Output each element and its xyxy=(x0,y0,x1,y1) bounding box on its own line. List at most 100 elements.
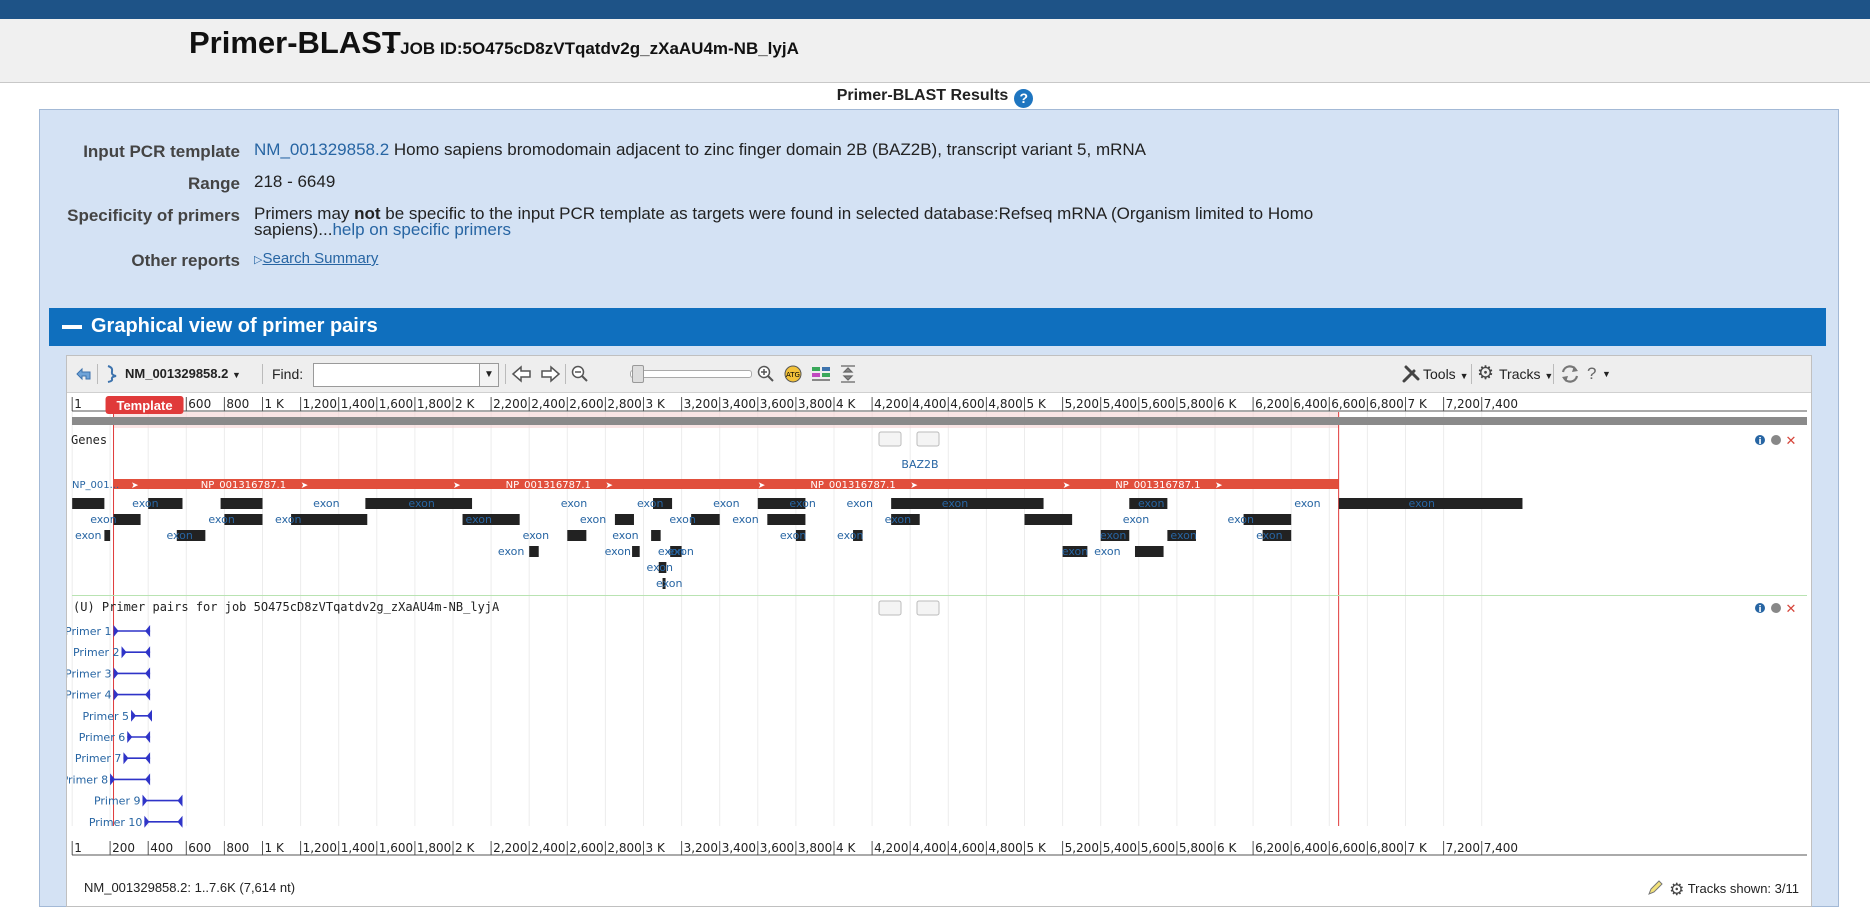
bottom-ruler-tick-label: 1,200 xyxy=(303,841,337,855)
primer-forward-end xyxy=(142,794,148,807)
exon-block xyxy=(651,530,661,541)
template-accession-link[interactable]: NM_001329858.2 xyxy=(254,140,389,159)
track-nav-button xyxy=(878,600,902,616)
sequence-viewer: NM_001329858.2 ▼ Find: ▼ ATG Tools ▼ ⚙ T… xyxy=(66,355,1812,907)
search-summary-link[interactable]: Search Summary xyxy=(262,250,378,267)
primer-reverse-end xyxy=(145,625,151,637)
primer-reverse-end xyxy=(177,815,183,828)
gene-name-label: BAZ2B xyxy=(901,458,938,471)
primer-forward-end xyxy=(110,773,116,786)
top-ruler-tick-label: 3,200 xyxy=(684,397,718,411)
top-ruler-tick-label: 1 K xyxy=(265,397,285,411)
bottom-ruler-tick-label: 1 xyxy=(74,841,82,855)
primer-track-close-icon: ✕ xyxy=(1786,602,1797,617)
exon-label: exon xyxy=(466,513,492,526)
track-nav-button xyxy=(916,600,940,616)
template-description: Homo sapiens bromodomain adjacent to zin… xyxy=(389,140,1147,159)
top-ruler-tick-label: 3,800 xyxy=(798,397,832,411)
help-icon[interactable]: ? xyxy=(1014,89,1034,108)
status-sequence-range: NM_001329858.2: 1..7.6K (7,614 nt) xyxy=(84,880,296,895)
primer-forward-end xyxy=(121,646,127,659)
exon-label: exon xyxy=(780,529,806,542)
exon-label: exon xyxy=(90,513,116,526)
exon-label: exon xyxy=(1256,529,1282,542)
sequence-bar xyxy=(72,417,1807,425)
primer-forward-end xyxy=(113,688,119,701)
strand-arrow-icon: ➤ xyxy=(131,481,139,491)
top-ruler-tick-label: 2,800 xyxy=(607,397,641,411)
collapse-icon[interactable] xyxy=(62,325,82,329)
bottom-ruler-tick-label: 5,400 xyxy=(1103,841,1137,855)
bottom-ruler-tick-label: 5 K xyxy=(1027,841,1047,855)
genes-track-info-glyph: i xyxy=(1758,437,1761,447)
strand-arrow-icon: ➤ xyxy=(758,481,766,491)
primer-track-info-glyph: i xyxy=(1758,605,1761,615)
strand-arrow-icon: ➤ xyxy=(301,481,309,491)
top-ruler-tick-label: 2 K xyxy=(455,397,475,411)
exon-label: exon xyxy=(713,497,739,510)
top-ruler-tick-label: 7,400 xyxy=(1484,397,1518,411)
track-nav-button xyxy=(878,431,902,447)
graphical-view-title: Graphical view of primer pairs xyxy=(91,315,378,337)
exon-block xyxy=(767,514,806,525)
graphical-view-header[interactable]: Graphical view of primer pairs xyxy=(49,308,1826,346)
exon-label: exon xyxy=(1062,545,1088,558)
gear-icon[interactable]: ⚙ xyxy=(1669,880,1684,899)
primer-track-divider xyxy=(72,595,1807,596)
protein-short-label: NP_001... xyxy=(72,480,119,491)
exon-block xyxy=(291,514,368,525)
exon-label: exon xyxy=(612,529,638,542)
bottom-ruler-tick-label: 6,600 xyxy=(1331,841,1365,855)
bottom-ruler-tick-label: 600 xyxy=(188,841,211,855)
exon-label: exon xyxy=(669,513,695,526)
exon-label: exon xyxy=(580,513,606,526)
results-panel: Input PCR template NM_001329858.2 Homo s… xyxy=(39,109,1839,907)
primer-forward-end xyxy=(113,625,119,637)
top-ruler-tick-label: 6 K xyxy=(1217,397,1237,411)
bottom-ruler-tick-label: 5,800 xyxy=(1179,841,1213,855)
exon-label: exon xyxy=(498,545,524,558)
bottom-ruler-tick-label: 2,400 xyxy=(531,841,565,855)
primer-reverse-end xyxy=(145,773,151,786)
specific-primers-help-link[interactable]: help on specific primers xyxy=(332,220,511,239)
bottom-ruler-tick-label: 400 xyxy=(150,841,173,855)
page-title: Primer-BLAST xyxy=(189,25,401,60)
top-ruler-tick-label: 1,800 xyxy=(417,397,451,411)
bottom-ruler-tick-label: 3,200 xyxy=(684,841,718,855)
status-tracks-shown: ⚙ Tracks shown: 3/11 xyxy=(1647,880,1799,900)
top-ruler-tick-label: 6,600 xyxy=(1331,397,1365,411)
exon-block xyxy=(1024,514,1073,525)
exon-label: exon xyxy=(1123,513,1149,526)
viewer-status-bar: NM_001329858.2: 1..7.6K (7,614 nt) ⚙ Tra… xyxy=(67,867,1811,906)
bottom-ruler-tick-label: 2,200 xyxy=(493,841,527,855)
exon-label: exon xyxy=(942,497,968,510)
exon-label: exon xyxy=(1170,529,1196,542)
bottom-ruler-tick-label: 3,400 xyxy=(722,841,756,855)
primer-label: Primer 3 xyxy=(67,667,112,680)
exon-label: exon xyxy=(75,529,101,542)
exon-label: exon xyxy=(837,529,863,542)
exon-label: exon xyxy=(1094,545,1120,558)
primer-label: Primer 9 xyxy=(94,795,141,808)
results-heading: Primer-BLAST Results? xyxy=(0,87,1870,108)
exon-label: exon xyxy=(1100,529,1126,542)
bottom-ruler-tick-label: 7,200 xyxy=(1446,841,1480,855)
results-title: Primer-BLAST Results xyxy=(836,87,1009,104)
exon-label: exon xyxy=(313,497,339,510)
exon-label: exon xyxy=(132,497,158,510)
protein-label: NP_001316787.1 xyxy=(506,480,591,491)
bottom-ruler-tick-label: 7 K xyxy=(1408,841,1428,855)
edit-icon[interactable] xyxy=(1647,880,1665,896)
primer-reverse-end xyxy=(145,646,151,659)
top-ruler-tick-label: 3 K xyxy=(646,397,666,411)
tracks-shown-label: Tracks shown: 3/11 xyxy=(1687,881,1799,896)
top-ruler-tick-label: 6,800 xyxy=(1369,397,1403,411)
exon-block xyxy=(220,498,263,509)
bottom-ruler-tick-label: 1,600 xyxy=(379,841,413,855)
bottom-ruler-tick-label: 6 K xyxy=(1217,841,1237,855)
top-ruler-tick-label: 5,200 xyxy=(1065,397,1099,411)
exon-label: exon xyxy=(1294,497,1320,510)
strand-arrow-icon: ➤ xyxy=(453,481,461,491)
top-ruler-tick-label: 800 xyxy=(226,397,249,411)
primer-label: Primer 10 xyxy=(89,816,143,829)
